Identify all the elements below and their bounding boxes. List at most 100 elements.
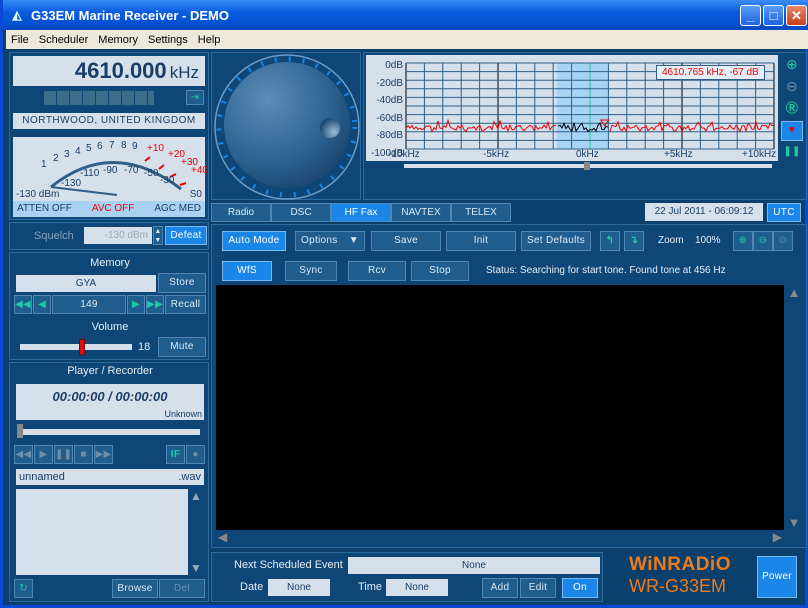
play-button[interactable]: ▶ [34, 445, 53, 464]
tab-navtex[interactable]: NAVTEX [391, 203, 451, 222]
fax-zoom-in-button[interactable]: ⊕ [733, 231, 753, 251]
set-defaults-button[interactable]: Set Defaults [521, 231, 591, 251]
rewind-icon: ◀◀ [15, 449, 32, 460]
record-button[interactable]: ● [186, 445, 205, 464]
digit-tuner[interactable] [44, 91, 154, 105]
memory-channel[interactable]: 149 [52, 295, 126, 314]
fax-image-canvas[interactable] [216, 285, 784, 530]
pause-button[interactable]: ❚❚ [54, 445, 73, 464]
scroll-up-icon[interactable]: ▲ [188, 489, 204, 503]
fax-vertical-scrollbar[interactable]: ▲ ▼ [784, 285, 804, 530]
seek-thumb[interactable] [17, 424, 23, 438]
first-memory-button[interactable]: ◀◀ [14, 295, 32, 314]
agc-status[interactable]: AGC MED [154, 201, 201, 217]
refresh-button[interactable]: ↻ [14, 579, 33, 598]
memory-name-field[interactable]: GYA [16, 275, 156, 292]
marker-button[interactable]: ▼ [781, 121, 803, 141]
stop-fax-button[interactable]: Stop [411, 261, 469, 281]
tuning-knob[interactable] [212, 53, 362, 201]
add-event-button[interactable]: Add [482, 578, 518, 598]
utc-button[interactable]: UTC [767, 203, 801, 222]
tab-hf-fax[interactable]: HF Fax [331, 203, 391, 222]
scroll-down-icon[interactable]: ▼ [188, 561, 204, 575]
rotate-right-icon: ↴ [629, 235, 639, 246]
auto-mode-button[interactable]: Auto Mode [222, 231, 286, 251]
volume-slider[interactable] [20, 339, 132, 355]
next-memory-button[interactable]: ▶ [127, 295, 145, 314]
filename-ext: .wav [178, 471, 201, 483]
menu-settings[interactable]: Settings [143, 34, 193, 46]
frequency-display[interactable]: 4610.000 kHz [13, 56, 205, 86]
power-button[interactable]: Power [757, 556, 797, 598]
avc-status[interactable]: AVC OFF [92, 201, 135, 217]
arrow-icon: ⇥ [190, 92, 200, 103]
edit-event-button[interactable]: Edit [520, 578, 556, 598]
dbm-scale-70: -70 [124, 165, 139, 176]
close-button[interactable]: ✕ [786, 5, 807, 26]
spectrum-zoom-out-button[interactable]: ⊖ [781, 77, 803, 97]
squelch-field[interactable]: -130 dBm [84, 227, 152, 244]
rotate-right-button[interactable]: ↴ [624, 231, 644, 251]
mute-button[interactable]: Mute [158, 337, 206, 357]
scroll-right-icon[interactable]: ▶ [773, 530, 782, 544]
store-button[interactable]: Store [158, 273, 206, 293]
recall-button[interactable]: Recall [165, 295, 206, 314]
stop-button[interactable]: ■ [74, 445, 93, 464]
scroll-down-icon[interactable]: ▼ [784, 515, 804, 530]
tab-dsc[interactable]: DSC [271, 203, 331, 222]
menu-scheduler[interactable]: Scheduler [34, 34, 94, 46]
scroll-left-icon[interactable]: ◀ [218, 530, 227, 544]
file-list[interactable] [16, 489, 188, 575]
volume-thumb[interactable] [78, 339, 85, 355]
tab-radio[interactable]: Radio [211, 203, 271, 222]
save-button[interactable]: Save [371, 231, 441, 251]
menu-memory[interactable]: Memory [93, 34, 143, 46]
spectrum-scroll-thumb[interactable] [584, 162, 590, 170]
date-field[interactable]: None [268, 579, 330, 596]
tune-lock-button[interactable]: ⇥ [186, 90, 204, 105]
spectrum-reset-button[interactable]: Ⓡ [781, 99, 803, 119]
init-button[interactable]: Init [446, 231, 516, 251]
fax-horizontal-scrollbar[interactable]: ◀ ▶ [216, 530, 784, 546]
spectrum-scroll[interactable] [404, 162, 772, 170]
browse-button[interactable]: Browse [112, 579, 158, 598]
wfs-button[interactable]: WfS [222, 261, 272, 281]
sync-button[interactable]: Sync [285, 261, 337, 281]
spectrum-zoom-in-button[interactable]: ⊕ [781, 55, 803, 75]
rewind-button[interactable]: ◀◀ [14, 445, 33, 464]
squelch-spinner[interactable]: ▲ ▼ [153, 226, 163, 245]
prev-memory-button[interactable]: ◀ [33, 295, 51, 314]
s-scale-plus10: +10 [147, 143, 164, 154]
if-record-button[interactable]: IF [166, 445, 185, 464]
tab-telex[interactable]: TELEX [451, 203, 511, 222]
frequency-panel: 4610.000 kHz ⇥ NORTHWOOD, UNITED KINGDOM… [9, 52, 209, 220]
rotate-left-icon: ↰ [605, 235, 615, 246]
options-dropdown[interactable]: Options ▼ [295, 231, 365, 251]
menu-help[interactable]: Help [193, 34, 226, 46]
fax-zoom-fit-button[interactable]: ⊙ [773, 231, 793, 251]
minimize-button[interactable]: _ [740, 5, 761, 26]
datetime-display: 22 Jul 2011 - 06:09:12 [645, 203, 763, 221]
rotate-left-button[interactable]: ↰ [600, 231, 620, 251]
fax-zoom-out-button[interactable]: ⊖ [753, 231, 773, 251]
squelch-defeat-button[interactable]: Defeat [165, 226, 207, 245]
last-memory-button[interactable]: ▶▶ [146, 295, 164, 314]
scheduler-on-button[interactable]: On [562, 578, 598, 598]
file-list-scrollbar[interactable]: ▲ ▼ [188, 489, 204, 575]
dbm-scale-130: -130 [61, 178, 82, 189]
spectrum-display[interactable]: 0dB -20dB -40dB -60dB -80dB -100dB -10kH… [366, 55, 778, 161]
maximize-button[interactable]: □ [763, 5, 784, 26]
menu-file[interactable]: File [6, 34, 34, 46]
time-field[interactable]: None [386, 579, 448, 596]
scroll-up-icon[interactable]: ▲ [784, 285, 804, 300]
filename-field[interactable]: unnamed .wav [16, 469, 204, 485]
volume-title: Volume [91, 321, 129, 333]
delete-button[interactable]: Del [159, 579, 205, 598]
rcv-button[interactable]: Rcv [348, 261, 406, 281]
spectrum-pause-button[interactable]: ❚❚ [781, 143, 803, 161]
fast-forward-button[interactable]: ▶▶ [94, 445, 113, 464]
player-seek-bar[interactable] [17, 424, 200, 438]
atten-status[interactable]: ATTEN OFF [17, 201, 72, 217]
s-scale-6: 6 [97, 141, 103, 152]
refresh-icon: ↻ [19, 583, 28, 594]
